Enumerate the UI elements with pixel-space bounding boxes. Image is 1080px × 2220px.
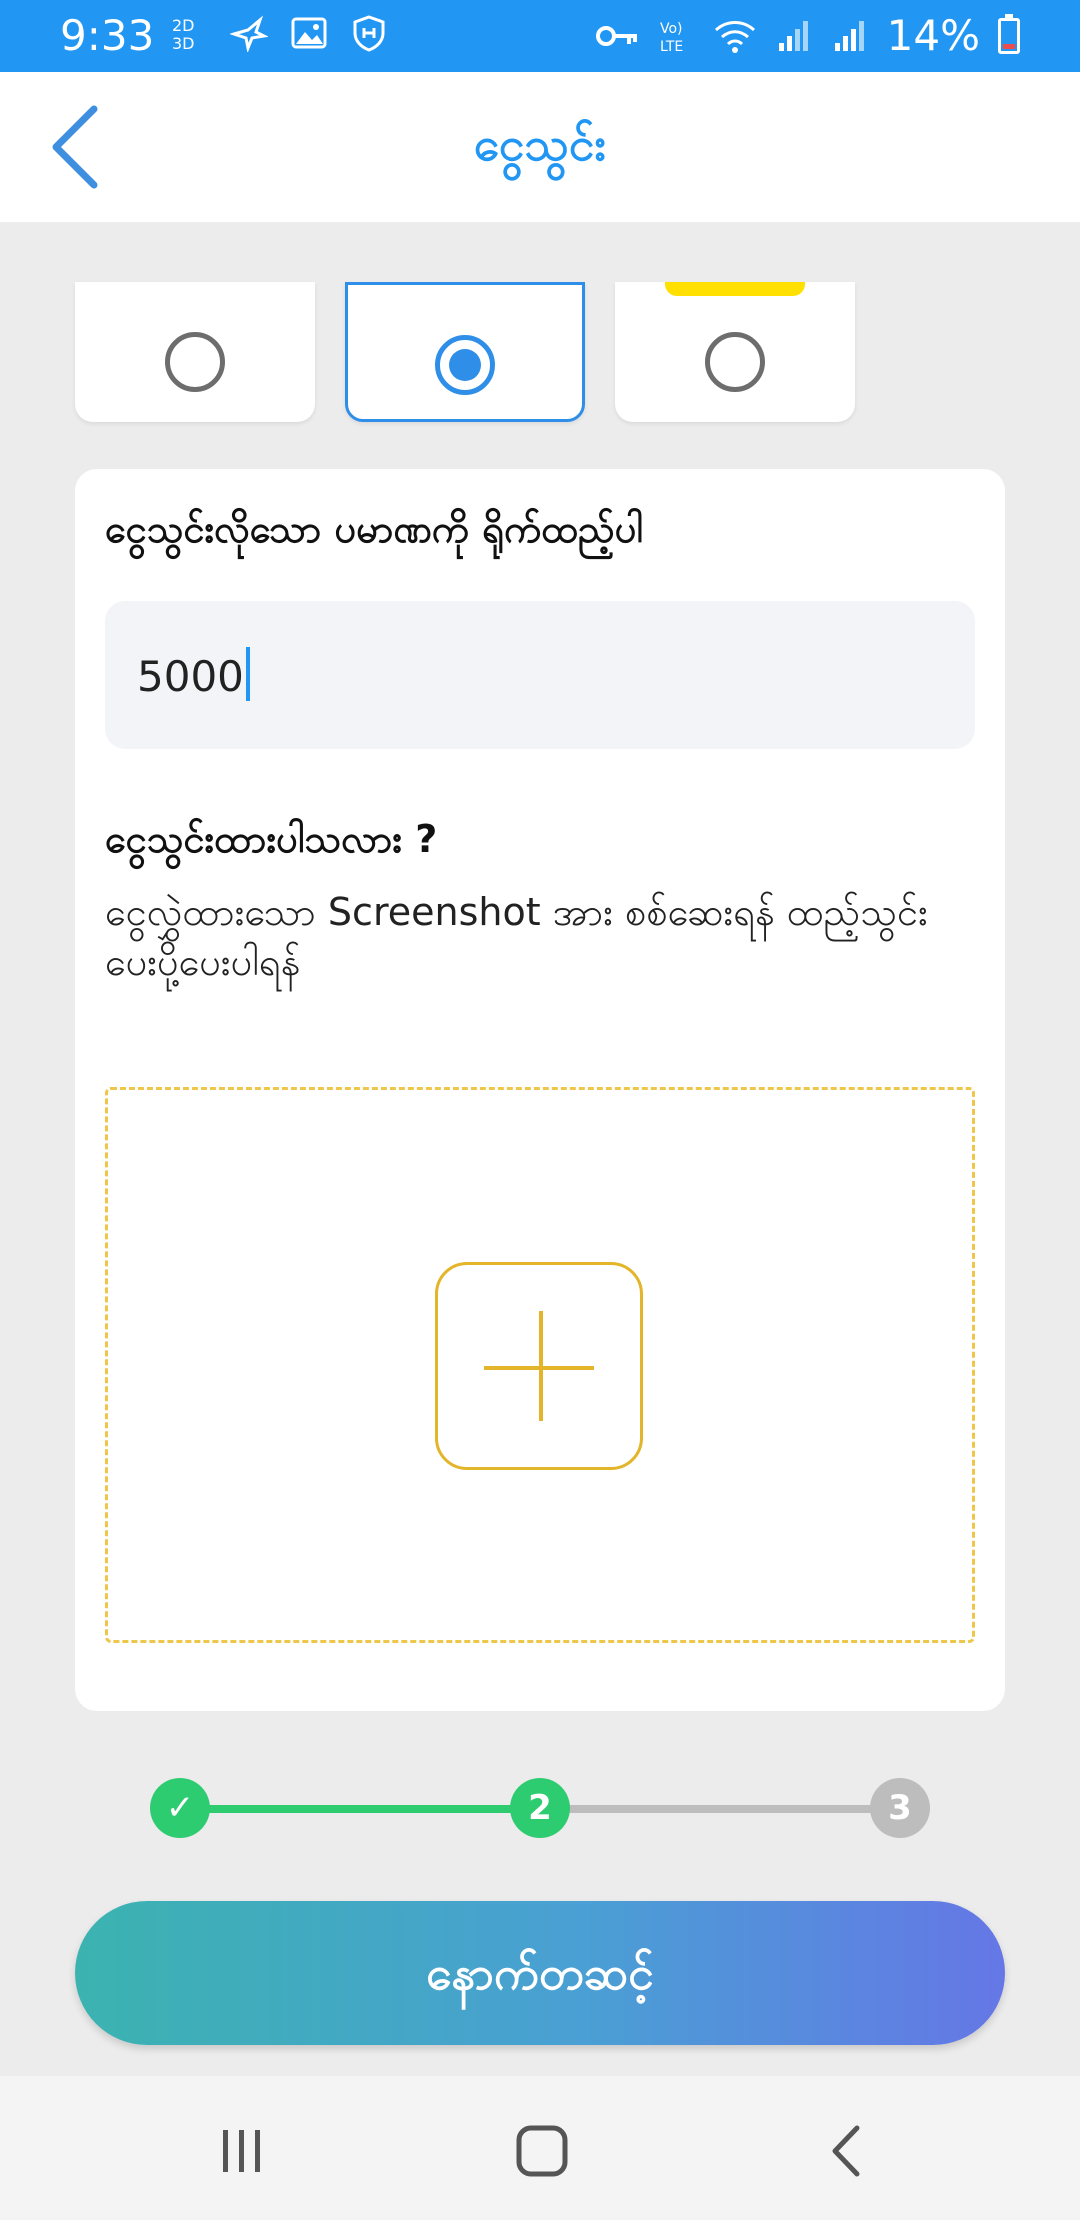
payment-option-2[interactable] bbox=[345, 282, 585, 422]
svg-text:LTE: LTE bbox=[660, 39, 683, 55]
bird-icon bbox=[230, 15, 268, 52]
status-bar: 9:33 2D 3D Vo) LTE 14% bbox=[0, 0, 1080, 72]
step-3-pending: 3 bbox=[870, 1778, 930, 1838]
deposit-form-card: ငွေသွင်းလိုသော ပမာဏကို ရိုက်ထည့်ပါ 5000 … bbox=[75, 469, 1005, 1711]
2d-3d-icon: 2D3D bbox=[172, 16, 195, 52]
wifi-icon bbox=[714, 21, 755, 53]
upload-instructions: ငွေလွှဲထားသော Screenshot အား စစ်ဆေးရန် ထ… bbox=[105, 890, 928, 984]
svg-text:2D: 2D bbox=[172, 16, 195, 35]
text-cursor bbox=[245, 647, 250, 701]
payment-option-3[interactable] bbox=[615, 282, 855, 422]
amount-label: ငွေသွင်းလိုသော ပမာဏကို ရိုက်ထည့်ပါ bbox=[105, 507, 643, 551]
page-title: ငွေသွင်း bbox=[473, 117, 607, 171]
step-1-complete-icon: ✓ bbox=[150, 1778, 210, 1838]
stepper-line-complete bbox=[180, 1805, 540, 1813]
radio-unselected-icon[interactable] bbox=[165, 332, 225, 392]
battery-icon bbox=[998, 14, 1020, 54]
add-image-button[interactable] bbox=[435, 1262, 643, 1470]
next-step-label: နောက်တဆင့် bbox=[426, 1946, 654, 2000]
recent-apps-icon bbox=[223, 2130, 260, 2172]
system-nav-bar bbox=[0, 2076, 1080, 2220]
recent-apps-button[interactable] bbox=[182, 2106, 302, 2196]
image-icon bbox=[291, 17, 327, 49]
radio-unselected-icon[interactable] bbox=[705, 332, 765, 392]
signal-icon bbox=[778, 21, 808, 51]
payment-option-1[interactable] bbox=[75, 282, 315, 422]
status-time: 9:33 bbox=[60, 11, 155, 60]
svg-text:3D: 3D bbox=[172, 34, 195, 52]
radio-selected-icon[interactable] bbox=[435, 335, 495, 395]
next-step-button[interactable]: နောက်တဆင့် bbox=[75, 1901, 1005, 2045]
option-badge bbox=[665, 282, 805, 296]
system-back-button[interactable] bbox=[786, 2106, 906, 2196]
progress-stepper: ✓ 2 3 bbox=[150, 1778, 930, 1838]
app-bar: ငွေသွင်း bbox=[0, 72, 1080, 222]
home-button[interactable] bbox=[482, 2106, 602, 2196]
deposit-question: ငွေသွင်းထားပါသလား ? bbox=[105, 817, 438, 861]
amount-input-value[interactable]: 5000 bbox=[137, 647, 250, 701]
shield-icon bbox=[353, 15, 385, 52]
stepper-line-pending bbox=[540, 1805, 900, 1813]
signal-icon bbox=[834, 21, 864, 51]
volte-icon: Vo) LTE bbox=[660, 21, 683, 55]
home-icon bbox=[516, 2125, 568, 2177]
amount-input[interactable]: 5000 bbox=[105, 601, 975, 749]
svg-text:Vo): Vo) bbox=[660, 21, 683, 37]
screenshot-upload-area[interactable] bbox=[105, 1087, 975, 1643]
step-2-current: 2 bbox=[510, 1778, 570, 1838]
chevron-left-icon bbox=[832, 2125, 860, 2177]
key-icon bbox=[595, 26, 637, 46]
battery-percent: 14% bbox=[886, 11, 980, 60]
